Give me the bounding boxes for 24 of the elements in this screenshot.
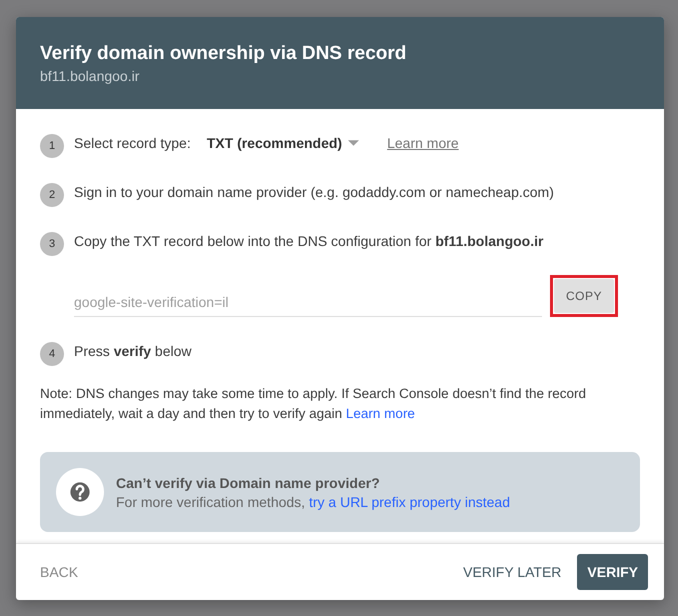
- note-text: Note: DNS changes may take some time to apply. If Search Console doesn’t find the record immediately, wait a day and then try to verify again Learn more: [40, 385, 588, 423]
- step-text: Copy the TXT record below into the DNS configuration for bf11.bolangoo.ir: [74, 233, 544, 249]
- info-text: For more verification methods, try a URL prefix property instead: [116, 494, 510, 510]
- url-prefix-link[interactable]: try a URL prefix property instead: [308, 494, 510, 510]
- dialog-subtitle: bf11.bolangoo.ir: [40, 68, 140, 84]
- learn-more-link[interactable]: Learn more: [346, 406, 415, 421]
- step-text: Press verify below: [74, 343, 192, 359]
- learn-more-link[interactable]: Learn more: [387, 135, 459, 151]
- verify-later-button[interactable]: VERIFY LATER: [453, 554, 572, 590]
- step-text: Select record type:: [74, 135, 191, 151]
- copy-button[interactable]: COPY: [554, 279, 614, 313]
- step-text: Sign in to your domain name provider (e.g. godaddy.com or namecheap.com): [74, 184, 554, 200]
- info-title: Can’t verify via Domain name provider?: [116, 474, 381, 490]
- back-button[interactable]: BACK: [30, 554, 88, 590]
- step-number: 1: [40, 134, 64, 158]
- caret-icon: [348, 140, 360, 146]
- step-number: 2: [40, 183, 64, 207]
- record-type-dropdown[interactable]: TXT (recommended): [206, 135, 360, 151]
- help-icon: [56, 468, 104, 516]
- verify-button[interactable]: VERIFY: [577, 554, 648, 590]
- record-value-field[interactable]: google-site-verification=il: [74, 294, 542, 317]
- step-number: 4: [40, 342, 64, 366]
- dialog-title: Verify domain ownership via DNS record: [40, 43, 408, 65]
- step-number: 3: [40, 232, 64, 256]
